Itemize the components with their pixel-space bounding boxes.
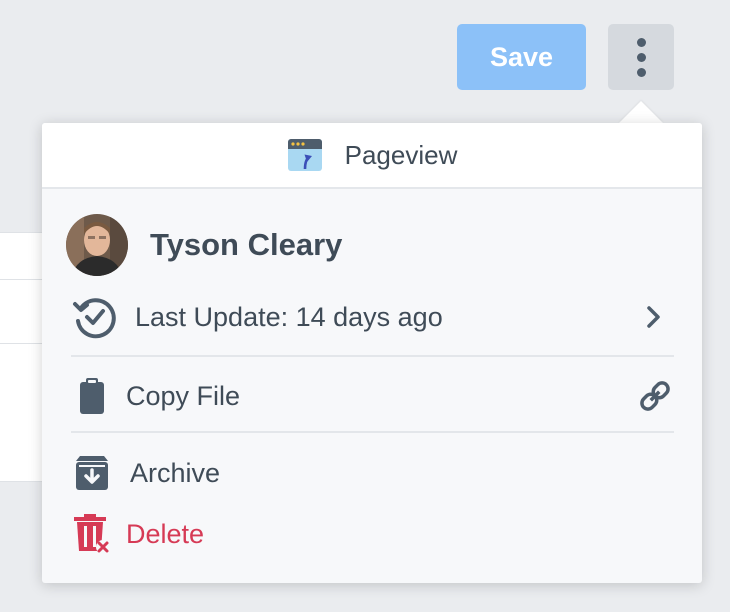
more-vertical-icon [636,67,646,77]
save-button[interactable]: Save [457,24,586,90]
clipboard-icon [80,378,104,414]
delete-item[interactable]: Delete [72,513,674,555]
pageview-icon [287,139,322,171]
delete-label: Delete [126,518,205,549]
menu-divider [71,355,674,357]
menu-title: Pageview [344,139,458,170]
avatar [66,214,128,276]
menu-header: Pageview [42,123,702,189]
archive-item[interactable]: Archive [72,452,674,494]
more-vertical-icon [636,37,646,47]
user-row: Tyson Cleary [66,214,342,276]
copy-file-label: Copy File [126,380,241,411]
last-update-item[interactable]: Last Update: 14 days ago [72,294,674,340]
user-name: Tyson Cleary [150,227,343,262]
chevron-right-icon[interactable] [646,305,662,329]
menu-pointer [619,101,663,123]
more-vertical-icon [636,52,646,62]
copy-file-item[interactable]: Copy File [72,375,674,417]
more-options-button[interactable] [608,24,674,90]
options-menu: Pageview Tyson Cleary Last Update: 14 da… [42,123,702,583]
archive-icon [76,456,108,490]
menu-divider [71,431,674,433]
link-icon[interactable] [636,377,674,415]
trash-x-icon [74,514,110,554]
archive-label: Archive [130,457,221,488]
last-update-label: Last Update: 14 days ago [135,301,443,332]
history-check-icon [73,298,116,339]
